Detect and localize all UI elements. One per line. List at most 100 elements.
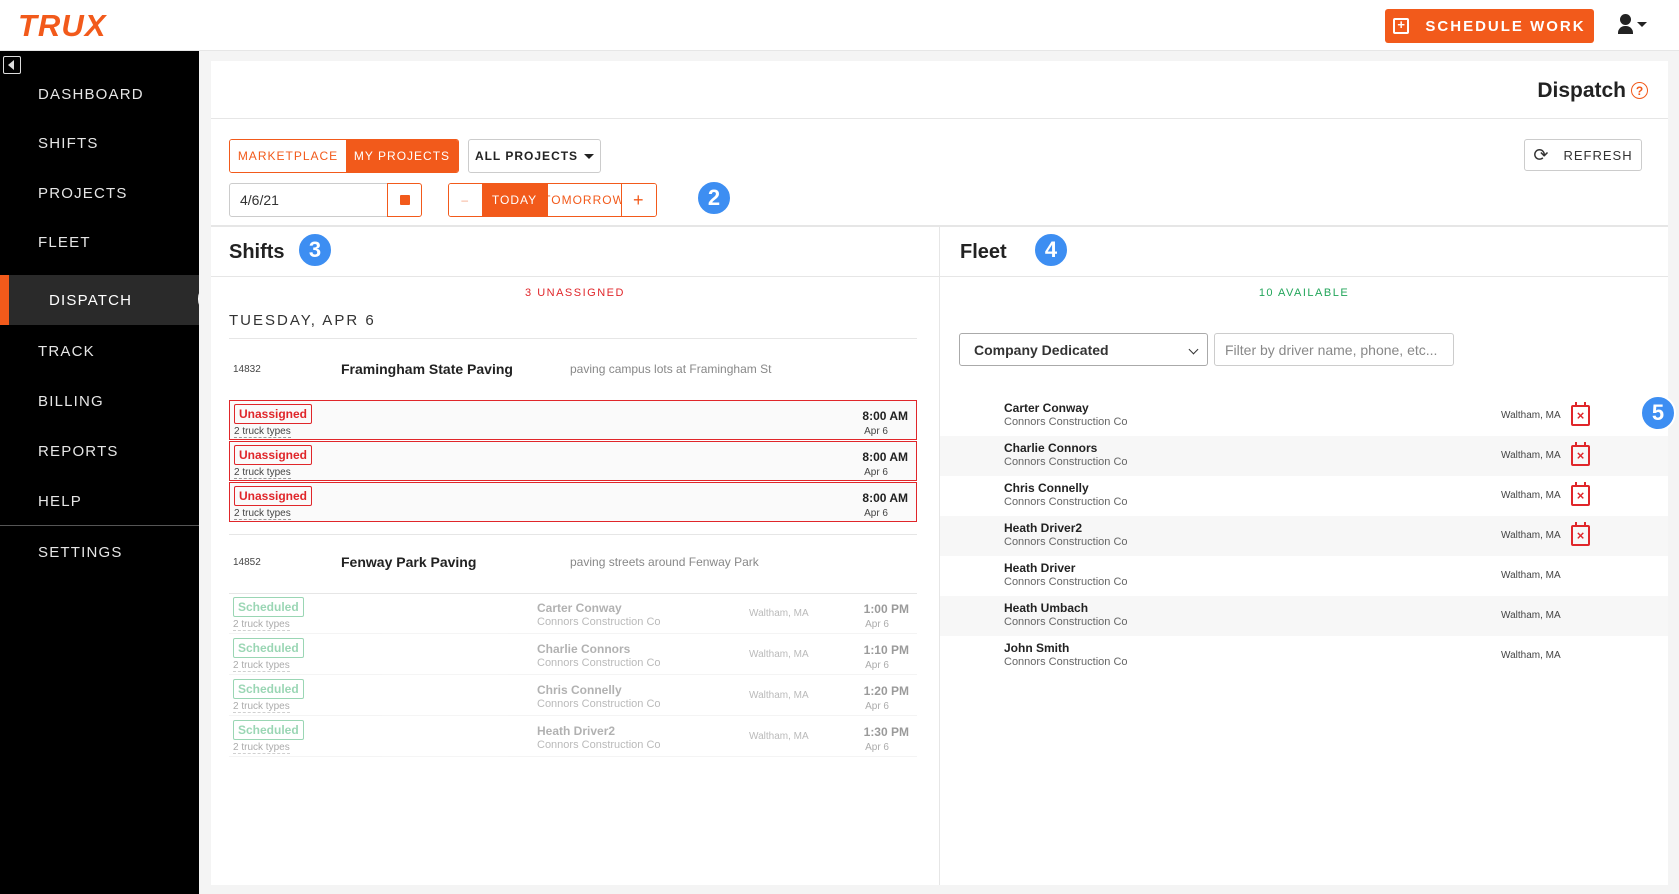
status-badge: Scheduled	[233, 679, 304, 699]
sidebar-item-shifts[interactable]: SHIFTS	[0, 118, 199, 168]
truck-types[interactable]: 2 truck types	[234, 508, 291, 520]
fleet-type-select[interactable]: Company Dedicated	[959, 333, 1208, 366]
sidebar-item-dashboard[interactable]: DASHBOARD	[0, 69, 199, 119]
sidebar-item-fleet[interactable]: FLEET	[0, 217, 199, 267]
shift-date: Apr 6	[865, 701, 889, 712]
sidebar-item-settings[interactable]: SETTINGS	[0, 527, 199, 577]
driver-name: Heath Umbach	[1004, 601, 1089, 615]
tomorrow-button[interactable]: TOMORROW	[543, 184, 624, 216]
divider	[229, 338, 917, 339]
shift-row[interactable]: Unassigned 2 truck types 8:00 AM Apr 6	[229, 400, 917, 440]
my-projects-tab[interactable]: MY PROJECTS	[345, 140, 458, 172]
shift-time: 1:20 PM	[863, 684, 909, 698]
driver-row[interactable]: Heath Driver2 Connors Construction Co Wa…	[940, 516, 1668, 556]
driver-company: Connors Construction Co	[1004, 536, 1128, 548]
chevron-down-icon	[1188, 344, 1199, 355]
user-menu-icon[interactable]	[1618, 14, 1647, 36]
shift-driver: Carter Conway	[537, 601, 622, 615]
shift-date: Apr 6	[864, 467, 888, 478]
status-badge: Unassigned	[234, 486, 313, 506]
calendar-x-icon[interactable]: ×	[1571, 442, 1590, 466]
driver-name: John Smith	[1004, 641, 1070, 655]
truck-types[interactable]: 2 truck types	[234, 467, 291, 479]
driver-company: Connors Construction Co	[1004, 496, 1128, 508]
truck-types[interactable]: 2 truck types	[233, 701, 290, 713]
all-projects-label: ALL PROJECTS	[474, 149, 579, 163]
trux-logo[interactable]: TRUX	[18, 8, 106, 44]
truck-types[interactable]: 2 truck types	[233, 742, 290, 754]
all-projects-dropdown[interactable]: ALL PROJECTS	[468, 139, 601, 173]
shift-row[interactable]: Scheduled 2 truck types Charlie Connors …	[229, 635, 917, 675]
driver-row[interactable]: Charlie Connors Connors Construction Co …	[940, 436, 1668, 476]
top-bar: TRUX SCHEDULE WORK	[0, 0, 1679, 51]
shift-row[interactable]: Scheduled 2 truck types Carter Conway Co…	[229, 594, 917, 634]
marketplace-tab[interactable]: MARKETPLACE	[230, 140, 346, 172]
driver-company: Connors Construction Co	[1004, 456, 1128, 468]
driver-row[interactable]: Chris Connelly Connors Construction Co W…	[940, 476, 1668, 516]
project-row[interactable]: 14832 Framingham State Paving paving cam…	[229, 354, 917, 384]
schedule-work-button[interactable]: SCHEDULE WORK	[1385, 9, 1594, 43]
shift-row[interactable]: Scheduled 2 truck types Heath Driver2 Co…	[229, 717, 917, 757]
help-icon[interactable]: ?	[1631, 82, 1648, 99]
caret-down-icon	[584, 153, 595, 159]
driver-location: Waltham, MA	[1501, 410, 1561, 421]
truck-types[interactable]: 2 truck types	[234, 426, 291, 438]
sidebar-item-projects[interactable]: PROJECTS	[0, 168, 199, 218]
project-name: Fenway Park Paving	[341, 554, 477, 570]
divider	[229, 534, 917, 535]
unassigned-count: 3 UNASSIGNED	[525, 287, 625, 299]
calendar-x-icon[interactable]: ×	[1571, 482, 1590, 506]
truck-types[interactable]: 2 truck types	[233, 660, 290, 672]
project-row[interactable]: 14852 Fenway Park Paving paving streets …	[229, 547, 917, 577]
calendar-x-icon[interactable]: ×	[1571, 522, 1590, 546]
shift-company: Connors Construction Co	[537, 698, 661, 710]
day-heading: TUESDAY, APR 6	[229, 312, 376, 329]
refresh-button[interactable]: ⟳ REFRESH	[1524, 139, 1642, 171]
available-count: 10 AVAILABLE	[1258, 287, 1350, 299]
schedule-work-label: SCHEDULE WORK	[1425, 17, 1586, 35]
driver-row[interactable]: Carter Conway Connors Construction Co Wa…	[940, 396, 1668, 436]
previous-day-button[interactable]: –	[449, 184, 483, 216]
shift-row[interactable]: Unassigned 2 truck types 8:00 AM Apr 6	[229, 482, 917, 522]
callout-badge-2: 2	[696, 180, 732, 216]
source-toggle: MARKETPLACE MY PROJECTS	[229, 139, 459, 173]
today-button[interactable]: TODAY	[482, 184, 548, 216]
driver-filter-input[interactable]: Filter by driver name, phone, etc...	[1214, 333, 1454, 366]
status-badge: Unassigned	[234, 445, 313, 465]
driver-location: Waltham, MA	[1501, 610, 1561, 621]
sidebar-item-track[interactable]: TRACK	[0, 326, 199, 376]
driver-company: Connors Construction Co	[1004, 656, 1128, 668]
driver-row[interactable]: Heath Umbach Connors Construction Co Wal…	[940, 596, 1668, 636]
status-badge: Scheduled	[233, 638, 304, 658]
callout-badge-4: 4	[1033, 232, 1069, 268]
shifts-title: Shifts	[229, 241, 285, 263]
shift-row[interactable]: Unassigned 2 truck types 8:00 AM Apr 6	[229, 441, 917, 481]
shift-date: Apr 6	[865, 742, 889, 753]
sidebar-item-reports[interactable]: REPORTS	[0, 426, 199, 476]
sidebar-item-billing[interactable]: BILLING	[0, 376, 199, 426]
sidebar-item-help[interactable]: HELP	[0, 476, 199, 526]
next-day-button[interactable]: +	[621, 184, 656, 216]
divider	[211, 276, 939, 277]
driver-row[interactable]: John Smith Connors Construction Co Walth…	[940, 636, 1668, 676]
shift-time: 8:00 AM	[862, 409, 908, 423]
divider	[211, 118, 1668, 119]
shift-date: Apr 6	[865, 619, 889, 630]
calendar-x-icon[interactable]: ×	[1571, 402, 1590, 426]
driver-row[interactable]: Heath Driver Connors Construction Co Wal…	[940, 556, 1668, 596]
refresh-label: REFRESH	[1563, 147, 1633, 163]
shift-driver: Heath Driver2	[537, 724, 616, 738]
shift-row[interactable]: Scheduled 2 truck types Chris Connelly C…	[229, 676, 917, 716]
sidebar-item-dispatch[interactable]: DISPATCH	[0, 275, 199, 325]
shift-time: 8:00 AM	[862, 491, 908, 505]
shift-date: Apr 6	[865, 660, 889, 671]
sidebar-divider	[0, 525, 199, 526]
date-input[interactable]: 4/6/21	[229, 183, 388, 217]
truck-types[interactable]: 2 truck types	[233, 619, 290, 631]
project-id: 14832	[233, 363, 261, 375]
shift-date: Apr 6	[864, 426, 888, 437]
calendar-picker-button[interactable]	[387, 183, 422, 217]
shift-location: Waltham, MA	[749, 608, 809, 619]
driver-location: Waltham, MA	[1501, 530, 1561, 541]
page-title: Dispatch	[1537, 79, 1626, 102]
